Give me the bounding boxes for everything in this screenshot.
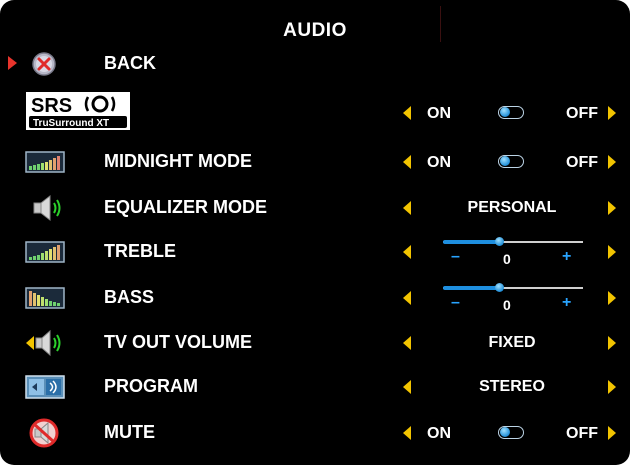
on-off-toggle[interactable] — [498, 155, 524, 168]
on-label: ON — [427, 105, 451, 122]
menu-item-mute[interactable]: MUTE ON OFF — [0, 413, 630, 453]
arrow-left-icon[interactable] — [403, 380, 411, 394]
arrow-right-icon[interactable] — [608, 201, 616, 215]
treble-slider[interactable] — [443, 237, 583, 246]
menu-item-midnight-mode[interactable]: MIDNIGHT MODE ON OFF — [0, 142, 630, 182]
tv-out-volume-icon — [26, 329, 61, 357]
midnight-mode-icon — [25, 151, 65, 173]
menu-item-label: BACK — [104, 53, 156, 73]
arrow-left-icon[interactable] — [403, 201, 411, 215]
program-icon — [25, 375, 65, 399]
bass-slider[interactable] — [443, 283, 583, 292]
plus-icon: + — [562, 248, 572, 265]
menu-item-equalizer-mode[interactable]: EQUALIZER MODE PERSONAL — [0, 188, 630, 228]
slider-fill — [443, 240, 499, 244]
bass-bars-icon — [25, 287, 65, 309]
minus-icon: – — [451, 248, 460, 265]
arrow-left-icon[interactable] — [403, 291, 411, 305]
on-label: ON — [427, 425, 451, 442]
slider-knob[interactable] — [495, 283, 504, 292]
menu-item-srs-trusurround[interactable]: SRS TruSurround XT ON OFF — [0, 92, 630, 132]
arrow-right-icon[interactable] — [608, 336, 616, 350]
bass-value: 0 — [503, 297, 511, 313]
arrow-left-icon[interactable] — [403, 336, 411, 350]
slider-fill — [443, 286, 499, 290]
arrow-right-icon[interactable] — [608, 245, 616, 259]
program-value: STEREO — [479, 378, 545, 395]
arrow-right-icon[interactable] — [608, 426, 616, 440]
audio-osd-menu: AUDIO BACK SRS TruSurround XT ON OFF MID… — [0, 0, 630, 465]
off-label: OFF — [566, 425, 598, 442]
menu-item-bass[interactable]: BASS – 0 + — [0, 278, 630, 318]
menu-item-back[interactable]: BACK — [0, 44, 630, 84]
arrow-left-icon[interactable] — [403, 106, 411, 120]
on-off-toggle[interactable] — [498, 106, 524, 119]
menu-item-treble[interactable]: TREBLE – 0 + — [0, 232, 630, 272]
on-off-toggle[interactable] — [498, 426, 524, 439]
selection-pointer-icon — [8, 56, 17, 70]
off-label: OFF — [566, 105, 598, 122]
menu-item-program[interactable]: PROGRAM STEREO — [0, 367, 630, 407]
menu-item-label: EQUALIZER MODE — [104, 197, 268, 217]
back-x-icon — [32, 52, 56, 76]
arrow-right-icon[interactable] — [608, 155, 616, 169]
arrow-right-icon[interactable] — [608, 106, 616, 120]
arrow-left-icon[interactable] — [403, 426, 411, 440]
srs-logo: SRS TruSurround XT — [26, 92, 130, 130]
treble-bars-icon — [25, 241, 65, 263]
on-label: ON — [427, 154, 451, 171]
off-label: OFF — [566, 154, 598, 171]
menu-item-label: BASS — [104, 287, 155, 307]
mute-icon — [29, 418, 59, 448]
plus-icon: + — [562, 294, 572, 311]
menu-title: AUDIO — [283, 20, 347, 41]
speaker-icon — [33, 194, 61, 222]
arrow-right-icon[interactable] — [608, 291, 616, 305]
slider-knob[interactable] — [495, 237, 504, 246]
svg-text:TruSurround XT: TruSurround XT — [33, 118, 109, 129]
menu-item-label: TREBLE — [104, 241, 176, 261]
menu-item-label: TV OUT VOLUME — [104, 332, 252, 352]
menu-item-label: PROGRAM — [104, 376, 198, 396]
title-divider — [440, 6, 441, 42]
equalizer-mode-value: PERSONAL — [467, 199, 557, 216]
tv-out-volume-value: FIXED — [488, 334, 536, 351]
arrow-left-icon[interactable] — [403, 245, 411, 259]
svg-text:SRS: SRS — [31, 95, 72, 117]
menu-item-label: MUTE — [104, 422, 155, 442]
arrow-left-icon[interactable] — [403, 155, 411, 169]
menu-item-label: MIDNIGHT MODE — [104, 151, 252, 171]
arrow-right-icon[interactable] — [608, 380, 616, 394]
treble-value: 0 — [503, 251, 511, 267]
minus-icon: – — [451, 294, 460, 311]
menu-item-tv-out-volume[interactable]: TV OUT VOLUME FIXED — [0, 323, 630, 363]
